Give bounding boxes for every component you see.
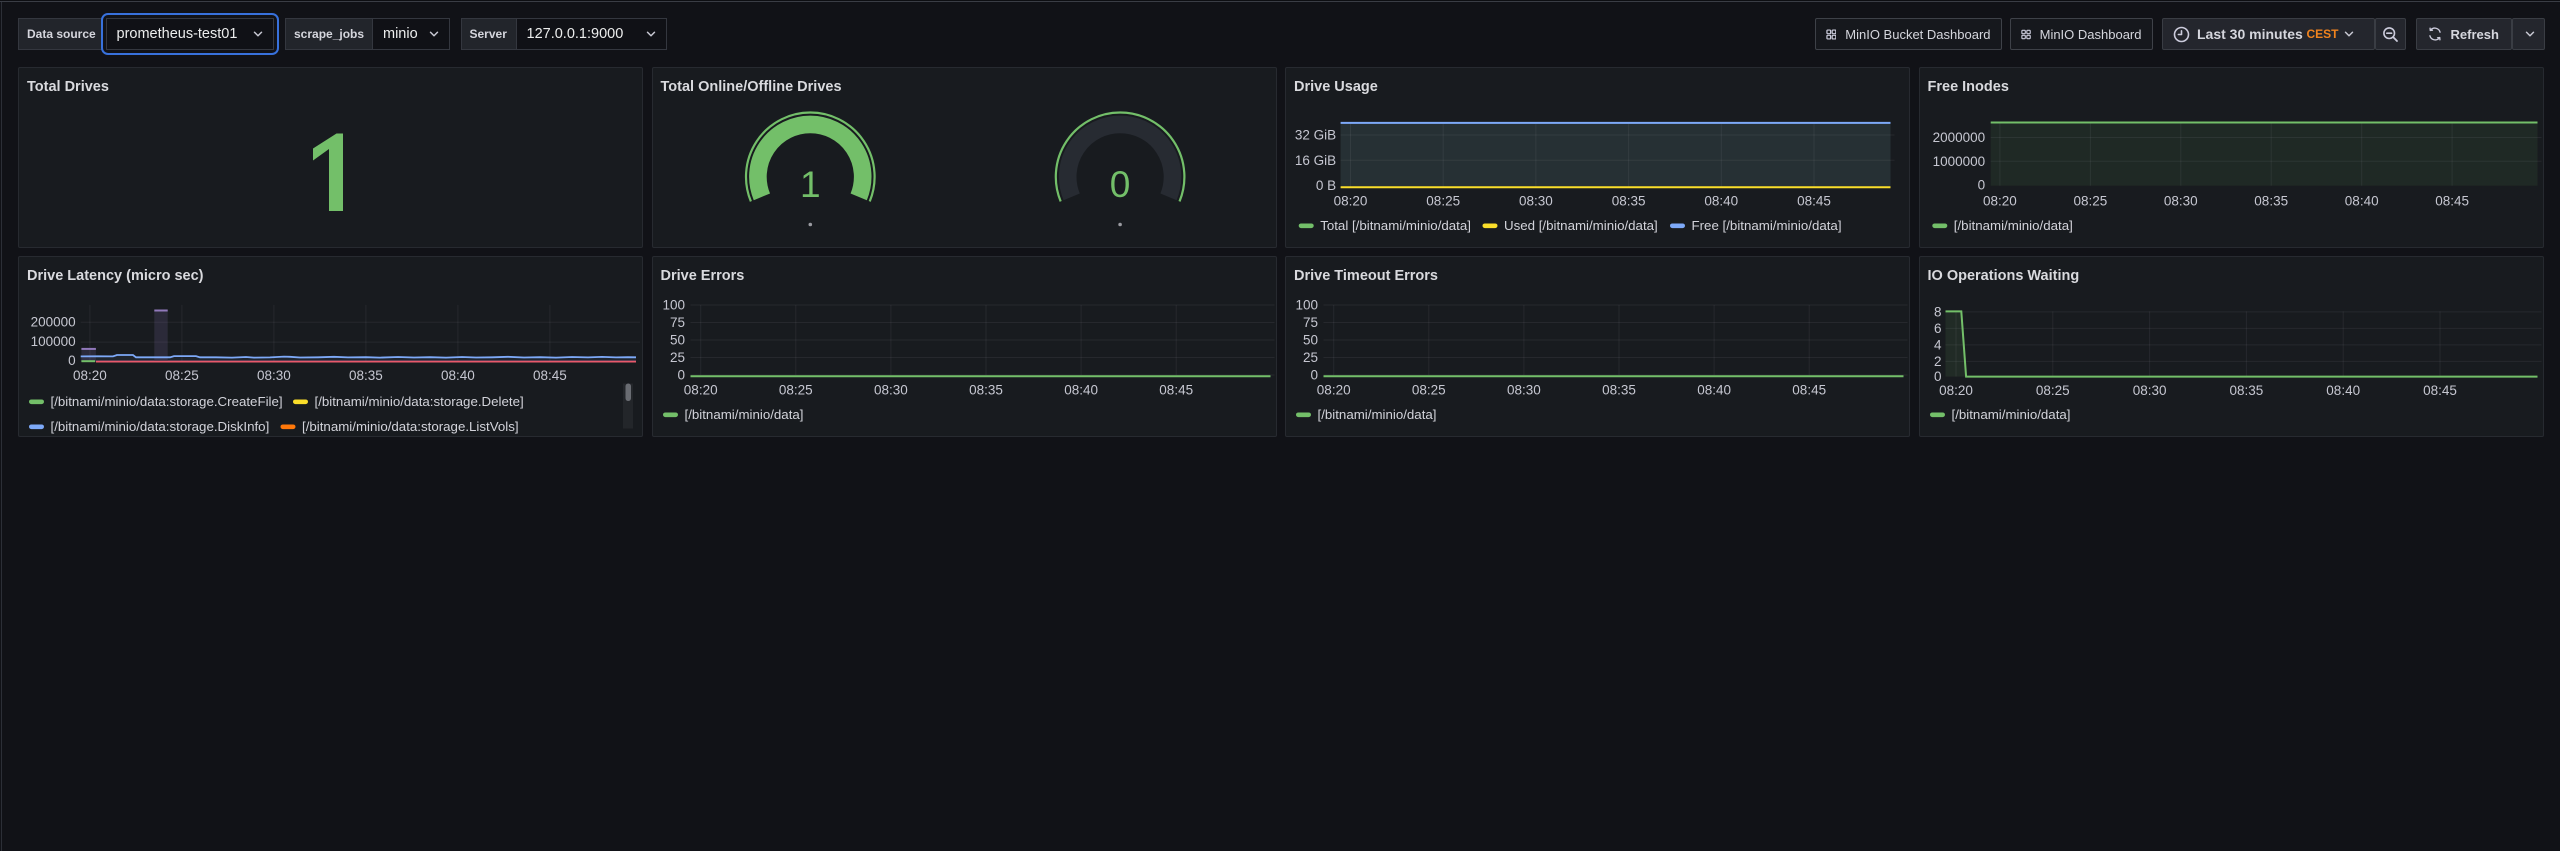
svg-text:[/bitnami/minio/data:storage.D: [/bitnami/minio/data:storage.Delete] bbox=[315, 394, 524, 409]
svg-text:100000: 100000 bbox=[31, 334, 76, 349]
svg-text:08:35: 08:35 bbox=[2229, 383, 2263, 398]
svg-text:08:25: 08:25 bbox=[165, 368, 199, 383]
svg-text:2: 2 bbox=[1933, 354, 1941, 369]
svg-text:0: 0 bbox=[1977, 177, 1985, 192]
svg-text:0: 0 bbox=[1310, 368, 1318, 383]
svg-text:4: 4 bbox=[1933, 337, 1941, 352]
svg-text:08:40: 08:40 bbox=[2326, 383, 2360, 398]
svg-text:08:35: 08:35 bbox=[1602, 383, 1636, 398]
svg-text:08:40: 08:40 bbox=[1064, 383, 1098, 398]
svg-text:08:40: 08:40 bbox=[1704, 194, 1738, 209]
svg-text:08:20: 08:20 bbox=[1334, 194, 1368, 209]
svg-text:Used [/bitnami/minio/data]: Used [/bitnami/minio/data] bbox=[1504, 218, 1658, 233]
svg-text:[/bitnami/minio/data:storage.C: [/bitnami/minio/data:storage.CreateFile] bbox=[51, 394, 283, 409]
svg-text:08:45: 08:45 bbox=[1797, 194, 1831, 209]
svg-text:0: 0 bbox=[1933, 369, 1941, 384]
svg-text:Total [/bitnami/minio/data]: Total [/bitnami/minio/data] bbox=[1320, 218, 1471, 233]
svg-text:50: 50 bbox=[669, 333, 684, 348]
svg-text:[/bitnami/minio/data:storage.D: [/bitnami/minio/data:storage.DiskInfo] bbox=[51, 419, 270, 434]
svg-text:08:35: 08:35 bbox=[1612, 194, 1646, 209]
svg-text:1: 1 bbox=[800, 164, 821, 205]
svg-text:08:30: 08:30 bbox=[2163, 194, 2197, 209]
svg-text:08:40: 08:40 bbox=[1697, 383, 1731, 398]
svg-text:75: 75 bbox=[1303, 315, 1318, 330]
svg-text:08:45: 08:45 bbox=[533, 368, 567, 383]
svg-text:08:25: 08:25 bbox=[1412, 383, 1446, 398]
svg-text:08:30: 08:30 bbox=[2132, 383, 2166, 398]
svg-text:0: 0 bbox=[1109, 164, 1130, 205]
svg-text:0: 0 bbox=[68, 353, 76, 368]
svg-text:100: 100 bbox=[662, 298, 685, 313]
svg-text:200000: 200000 bbox=[31, 314, 76, 329]
svg-text:[/bitnami/minio/data]: [/bitnami/minio/data] bbox=[1951, 407, 2070, 422]
svg-text:75: 75 bbox=[669, 315, 684, 330]
svg-text:08:30: 08:30 bbox=[1507, 383, 1541, 398]
svg-text:0: 0 bbox=[677, 368, 685, 383]
svg-text:08:30: 08:30 bbox=[1519, 194, 1553, 209]
svg-text:Free [/bitnami/minio/data]: Free [/bitnami/minio/data] bbox=[1692, 218, 1842, 233]
svg-text:25: 25 bbox=[669, 350, 684, 365]
svg-text:08:45: 08:45 bbox=[2435, 194, 2469, 209]
svg-text:08:35: 08:35 bbox=[349, 368, 383, 383]
svg-text:6: 6 bbox=[1933, 321, 1941, 336]
svg-text:08:20: 08:20 bbox=[1317, 383, 1351, 398]
svg-text:08:40: 08:40 bbox=[2344, 194, 2378, 209]
svg-text:16 GiB: 16 GiB bbox=[1295, 153, 1336, 168]
svg-text:08:45: 08:45 bbox=[2423, 383, 2457, 398]
svg-text:08:20: 08:20 bbox=[1939, 383, 1973, 398]
svg-text:08:35: 08:35 bbox=[969, 383, 1003, 398]
svg-text:08:25: 08:25 bbox=[2035, 383, 2069, 398]
svg-text:[/bitnami/minio/data:storage.L: [/bitnami/minio/data:storage.ListVols] bbox=[302, 419, 519, 434]
svg-text:[/bitnami/minio/data]: [/bitnami/minio/data] bbox=[1953, 218, 2072, 233]
svg-text:08:20: 08:20 bbox=[1983, 194, 2017, 209]
svg-text:08:20: 08:20 bbox=[683, 383, 717, 398]
svg-text:08:25: 08:25 bbox=[2073, 194, 2107, 209]
svg-text:08:45: 08:45 bbox=[1159, 383, 1193, 398]
svg-text:08:35: 08:35 bbox=[2254, 194, 2288, 209]
svg-text:08:25: 08:25 bbox=[778, 383, 812, 398]
svg-text:08:40: 08:40 bbox=[441, 368, 475, 383]
svg-text:08:30: 08:30 bbox=[257, 368, 291, 383]
svg-text:08:20: 08:20 bbox=[73, 368, 107, 383]
svg-text:08:25: 08:25 bbox=[1426, 194, 1460, 209]
svg-text:100: 100 bbox=[1295, 298, 1318, 313]
svg-text:2000000: 2000000 bbox=[1932, 130, 1985, 145]
svg-text:8: 8 bbox=[1933, 304, 1941, 319]
svg-text:[/bitnami/minio/data]: [/bitnami/minio/data] bbox=[1318, 407, 1437, 422]
svg-text:1000000: 1000000 bbox=[1932, 154, 1985, 169]
svg-text:08:30: 08:30 bbox=[874, 383, 908, 398]
svg-text:[/bitnami/minio/data]: [/bitnami/minio/data] bbox=[684, 407, 803, 422]
svg-text:08:45: 08:45 bbox=[1792, 383, 1826, 398]
svg-text:25: 25 bbox=[1303, 350, 1318, 365]
svg-text:50: 50 bbox=[1303, 333, 1318, 348]
svg-text:32 GiB: 32 GiB bbox=[1295, 128, 1336, 143]
svg-text:0 B: 0 B bbox=[1316, 178, 1336, 193]
